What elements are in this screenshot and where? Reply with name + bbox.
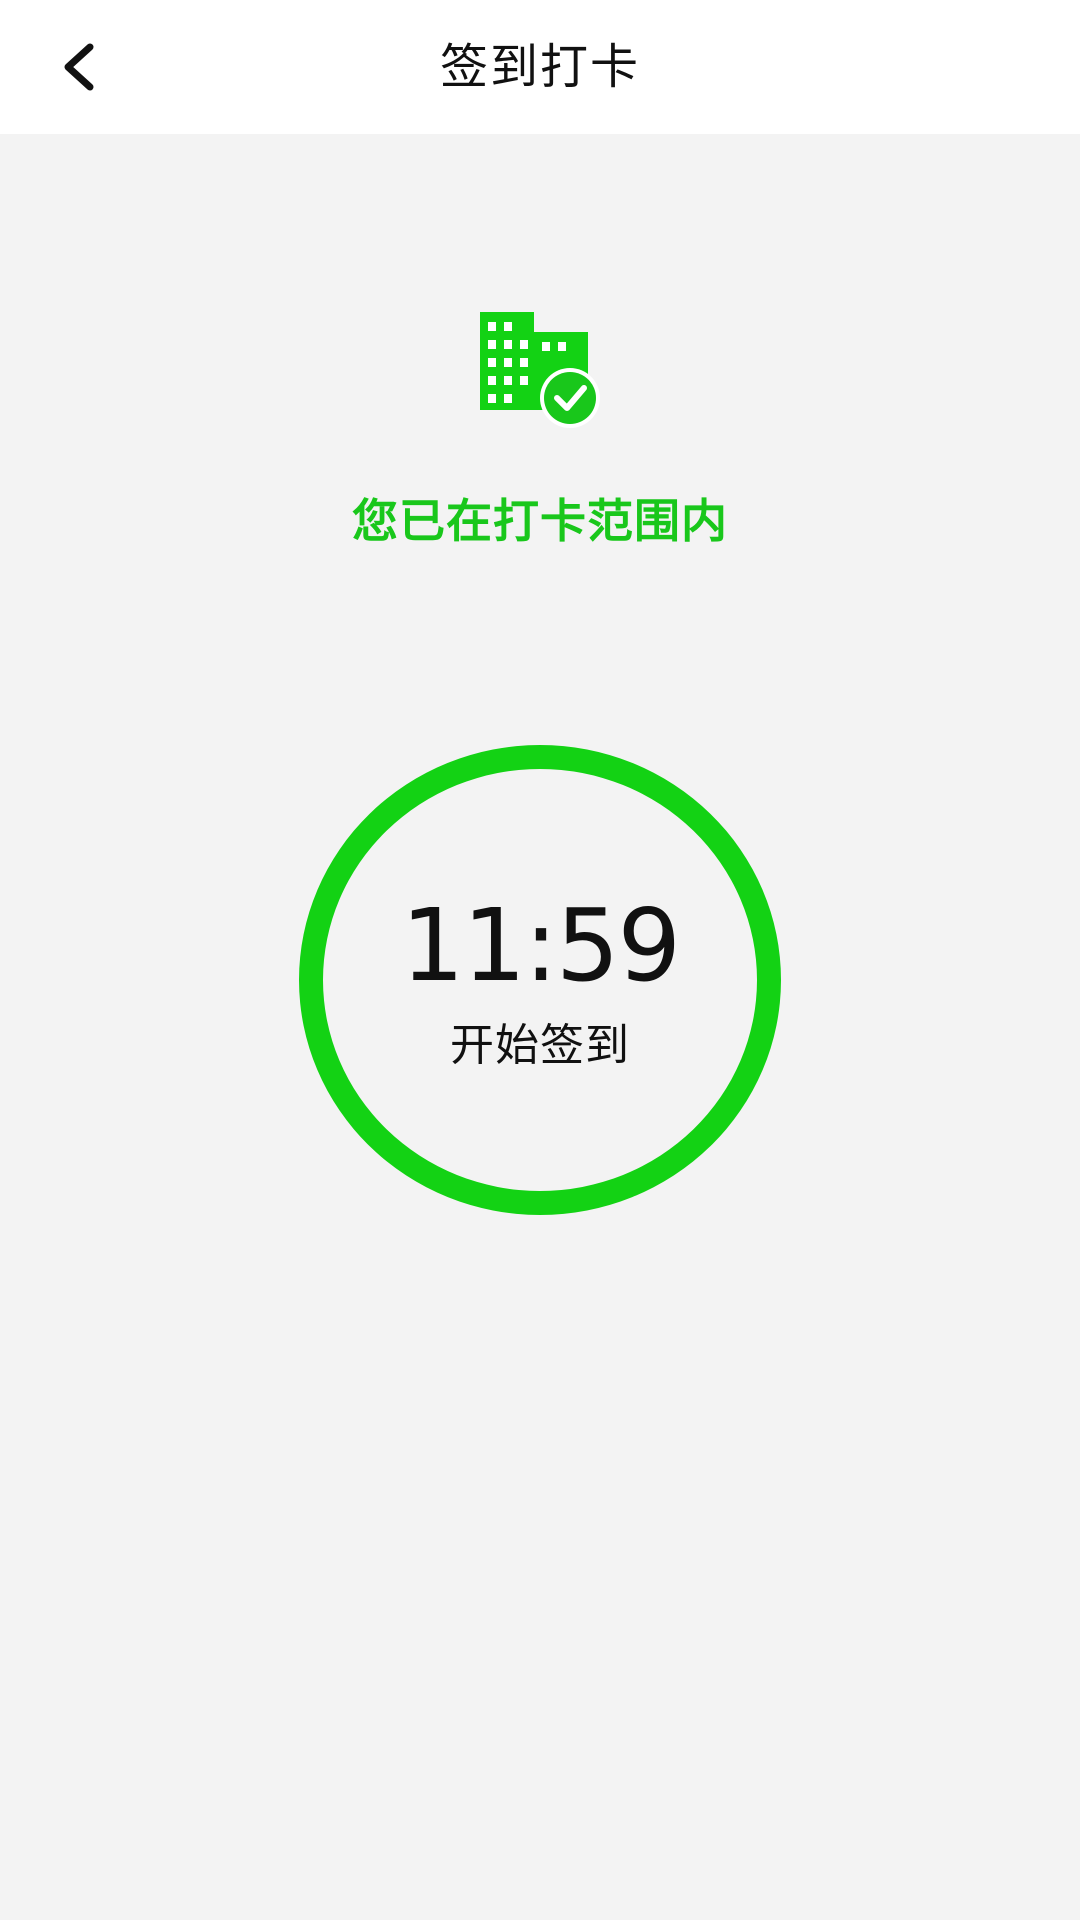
building-check-icon [476,308,604,428]
current-time: 11:59 [400,887,681,1004]
back-button[interactable] [40,27,120,107]
checkin-label: 开始签到 [450,1020,630,1071]
app-header: 签到打卡 [0,0,1080,134]
page-title: 签到打卡 [439,39,640,95]
in-range-status: 您已在打卡范围内 [352,494,728,548]
chevron-left-icon [64,43,94,91]
checkin-page: 签到打卡 您已在打卡范围内 11:59 开始签到 [0,0,1080,1920]
checkin-button[interactable]: 11:59 开始签到 [299,745,781,1215]
